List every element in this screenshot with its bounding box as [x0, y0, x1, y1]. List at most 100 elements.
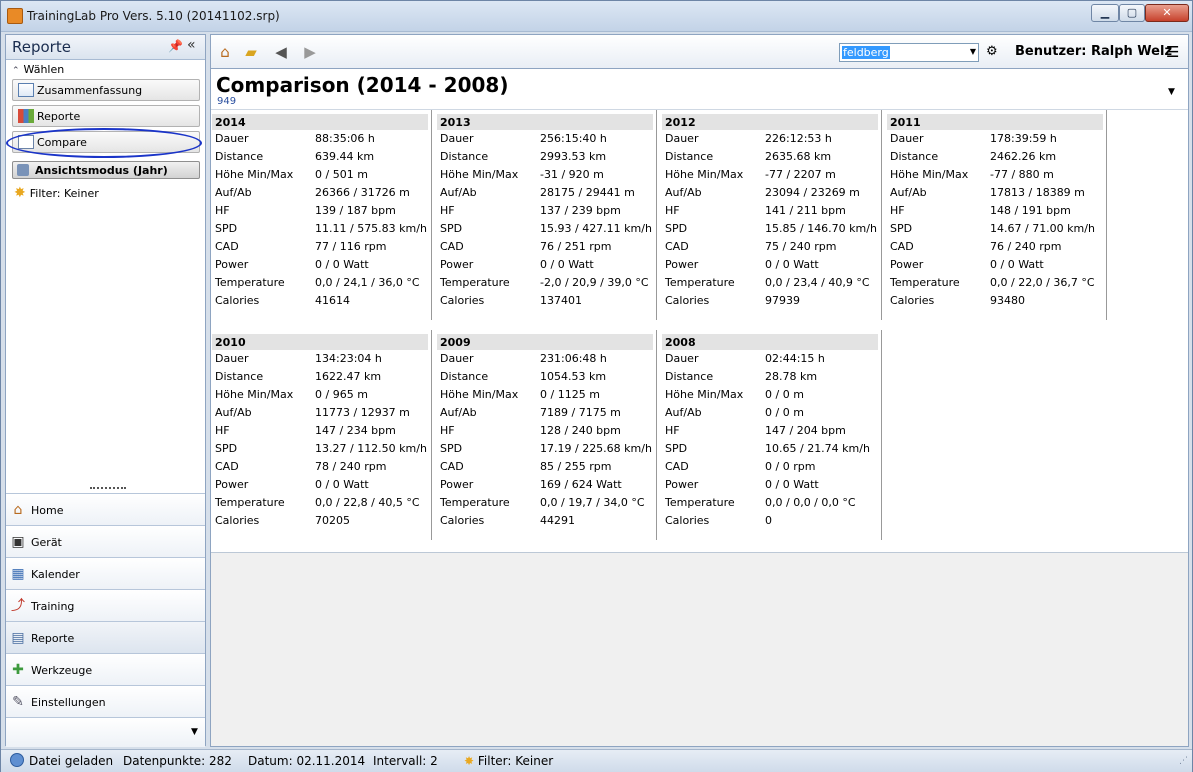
- nav-kalender[interactable]: ▦ Kalender: [6, 557, 205, 589]
- filter-row[interactable]: ✸ Filter: Keiner: [14, 185, 99, 201]
- metric-label: Temperature: [215, 496, 285, 509]
- chevron-down-icon: ▼: [191, 727, 198, 737]
- metric-label: Auf/Ab: [215, 406, 252, 419]
- chevron-up-icon: ⌃: [12, 66, 20, 76]
- metric-value: 02:44:15 h: [765, 352, 825, 365]
- metric-value: 147 / 234 bpm: [315, 424, 396, 437]
- metric-label: Distance: [440, 370, 489, 383]
- metric-value: 76 / 240 rpm: [990, 240, 1062, 253]
- metric-label: HF: [440, 204, 455, 217]
- metric-value: 137401: [540, 294, 582, 307]
- year-card-header: 2013: [437, 114, 653, 130]
- metric-label: Höhe Min/Max: [890, 168, 969, 181]
- year-card-header: 2011: [887, 114, 1103, 130]
- bar-chart-icon: [18, 109, 34, 123]
- metric-value: 0 / 0 m: [765, 388, 804, 401]
- metric-label: SPD: [440, 442, 463, 455]
- metric-label: Auf/Ab: [665, 186, 702, 199]
- minimize-button[interactable]: ▁: [1091, 4, 1119, 22]
- status-file-icon: [10, 753, 24, 767]
- year-card: 2013 Dauer 256:15:40 h Distance 2993.53 km Hö…: [436, 110, 657, 320]
- year-card-header: 2009: [437, 334, 653, 350]
- metric-value: 0,0 / 22,0 / 36,7 °C: [990, 276, 1095, 289]
- search-combobox[interactable]: feldberg ▼: [839, 43, 979, 62]
- metric-value: 88:35:06 h: [315, 132, 375, 145]
- metric-label: Calories: [440, 514, 485, 527]
- metric-label: HF: [890, 204, 905, 217]
- metric-label: HF: [665, 424, 680, 437]
- year-card: 2009 Dauer 231:06:48 h Distance 1054.53 km Hö…: [436, 330, 657, 540]
- nav-more-button[interactable]: ▼: [6, 717, 205, 747]
- status-interval: Intervall: 2: [373, 754, 438, 768]
- navigation-buttons: ⌂ Home ▣ Gerät ▦ Kalender ⤴ Training ▤ Report…: [6, 493, 205, 747]
- year-card-header: 2012: [662, 114, 878, 130]
- metric-label: Power: [215, 478, 249, 491]
- metric-label: Dauer: [665, 132, 699, 145]
- metric-value: 137 / 239 bpm: [540, 204, 621, 217]
- nav-training[interactable]: ⤴ Training: [6, 589, 205, 621]
- metric-value: 7189 / 7175 m: [540, 406, 621, 419]
- nav-reporte[interactable]: ▤ Reporte: [6, 621, 205, 653]
- hamburger-menu-icon[interactable]: ☰: [1166, 43, 1179, 61]
- metric-value: 11773 / 12937 m: [315, 406, 410, 419]
- metric-label: Dauer: [215, 132, 249, 145]
- metric-value: 41614: [315, 294, 350, 307]
- metric-label: Höhe Min/Max: [440, 388, 519, 401]
- search-value: feldberg: [842, 46, 890, 59]
- collapse-panel-icon[interactable]: «: [187, 37, 196, 53]
- metric-value: 0,0 / 22,8 / 40,5 °C: [315, 496, 420, 509]
- metric-value: 28175 / 29441 m: [540, 186, 635, 199]
- back-arrow-icon[interactable]: ◀: [272, 43, 290, 61]
- metric-label: Power: [440, 478, 474, 491]
- metric-value: 0 / 0 Watt: [315, 478, 369, 491]
- ansichtsmodus-button[interactable]: Ansichtsmodus (Jahr): [12, 161, 200, 179]
- ansichtsmodus-label: Ansichtsmodus (Jahr): [35, 164, 168, 177]
- metric-value: 2462.26 km: [990, 150, 1057, 163]
- metric-value: 70205: [315, 514, 350, 527]
- close-button[interactable]: ✕: [1145, 4, 1189, 22]
- panel-splitter-handle[interactable]: [90, 487, 126, 492]
- metric-label: HF: [215, 424, 230, 437]
- nav-geraet[interactable]: ▣ Gerät: [6, 525, 205, 557]
- zusammenfassung-button[interactable]: Zusammenfassung: [12, 79, 200, 101]
- wahlen-section-toggle[interactable]: ⌃ Wählen: [12, 63, 64, 76]
- metric-value: 26366 / 31726 m: [315, 186, 410, 199]
- metric-value: 0 / 965 m: [315, 388, 368, 401]
- metric-value: 28.78 km: [765, 370, 818, 383]
- metric-value: 17813 / 18389 m: [990, 186, 1085, 199]
- year-label: 2011: [890, 116, 921, 129]
- nav-home-label: Home: [31, 504, 64, 517]
- metric-label: CAD: [440, 460, 464, 473]
- metric-value: 13.27 / 112.50 km/h: [315, 442, 427, 455]
- metric-value: 0 / 0 Watt: [315, 258, 369, 271]
- reporte-button[interactable]: Reporte: [12, 105, 200, 127]
- filter-star-icon: ✸: [14, 185, 26, 201]
- content-area: Comparison (2014 - 2008) 949 ▼ 2014 Dauer…: [210, 68, 1189, 747]
- metric-value: 10.65 / 21.74 km/h: [765, 442, 870, 455]
- metric-value: 15.93 / 427.11 km/h: [540, 222, 652, 235]
- status-loaded: Datei geladen: [29, 754, 114, 768]
- maximize-button[interactable]: ▢: [1119, 4, 1145, 22]
- dropdown-arrow-icon[interactable]: ▼: [970, 47, 976, 56]
- home-icon[interactable]: ⌂: [216, 43, 234, 61]
- nav-werkzeuge[interactable]: ✚ Werkzeuge: [6, 653, 205, 685]
- metric-value: 256:15:40 h: [540, 132, 607, 145]
- metric-value: 2993.53 km: [540, 150, 607, 163]
- nav-reporte-label: Reporte: [31, 632, 75, 645]
- view-mode-icon: [17, 164, 29, 176]
- filter-label: Filter: Keiner: [29, 187, 99, 200]
- nav-einstellungen[interactable]: ✎ Einstellungen: [6, 685, 205, 717]
- pin-icon[interactable]: 📌: [168, 39, 183, 53]
- user-icon[interactable]: ⚙: [986, 44, 1002, 59]
- metric-value: 17.19 / 225.68 km/h: [540, 442, 652, 455]
- nav-home[interactable]: ⌂ Home: [6, 493, 205, 525]
- header-dropdown-icon[interactable]: ▼: [1168, 87, 1175, 97]
- metric-value: 128 / 240 bpm: [540, 424, 621, 437]
- metric-label: Auf/Ab: [665, 406, 702, 419]
- metric-value: 147 / 204 bpm: [765, 424, 846, 437]
- folder-icon[interactable]: ▰: [242, 43, 260, 61]
- forward-arrow-icon[interactable]: ▶: [301, 43, 319, 61]
- metric-label: Distance: [440, 150, 489, 163]
- metric-label: Calories: [665, 294, 710, 307]
- resize-grip-icon[interactable]: ⋰: [1179, 756, 1188, 766]
